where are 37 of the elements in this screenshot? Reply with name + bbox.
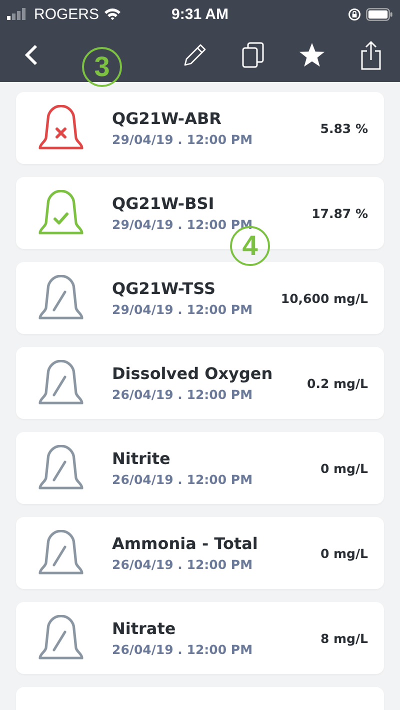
item-date: 29/04/19 . 12:00 PM [112,302,254,317]
rotation-lock-icon [348,8,361,20]
carrier-name: ROGERS [34,6,100,22]
item-name: QG21W-BSI [112,194,216,213]
list-card[interactable]: Nitrate 26/04/19 . 12:00 PM 8 mg/L [16,602,384,674]
item-name: QG21W-TSS [112,279,216,298]
item-date: 26/04/19 . 12:00 PM [112,387,254,402]
item-name: Ammonia - Total [112,534,259,553]
item-value: 0 mg/L [320,546,368,560]
item-value: 0 mg/L [320,460,368,476]
item-date: 29/04/19 . 12:00 PM [112,132,254,147]
item-name: QG21W-ABR [112,109,222,128]
step-number-badge: 3 [82,47,122,87]
item-value: 8 mg/L [320,630,368,646]
item-value: 5.83 % [320,120,368,136]
battery-icon [366,8,393,20]
status-time: 9:31 AM [172,6,228,22]
item-name: Nitrite [112,449,172,468]
share-icon[interactable] [360,40,382,70]
wifi-icon [104,8,122,20]
item-name: Nitrate [112,619,177,638]
item-value: 17.87 % [312,206,368,220]
item-value: 10,600 mg/L [280,290,368,306]
item-name: Dissolved Oxygen [112,364,274,383]
list-card[interactable]: Nitrite 26/04/19 . 12:00 PM 0 mg/L [16,432,384,504]
item-date: 26/04/19 . 12:00 PM [112,472,254,487]
list-card[interactable]: QG21W-TSS 29/04/19 . 12:00 PM 10,600 mg/L [16,262,384,334]
copy-icon[interactable] [242,42,264,68]
list-card[interactable]: Dissolved Oxygen 26/04/19 . 12:00 PM 0.2 mg/L [16,347,384,419]
item-date: 26/04/19 . 12:00 PM [112,642,254,657]
item-date: 26/04/19 . 12:00 PM [112,557,254,572]
pencil-icon[interactable] [182,42,208,68]
list-card[interactable]: QG21W-ABR 29/04/19 . 12:00 PM 5.83 % [16,92,384,164]
star-icon[interactable] [298,42,326,68]
back-button[interactable] [24,44,38,66]
list-card[interactable]: Ammonia - Total 26/04/19 . 12:00 PM 0 mg/L [16,517,384,589]
item-value: 0.2 mg/L [307,376,368,390]
